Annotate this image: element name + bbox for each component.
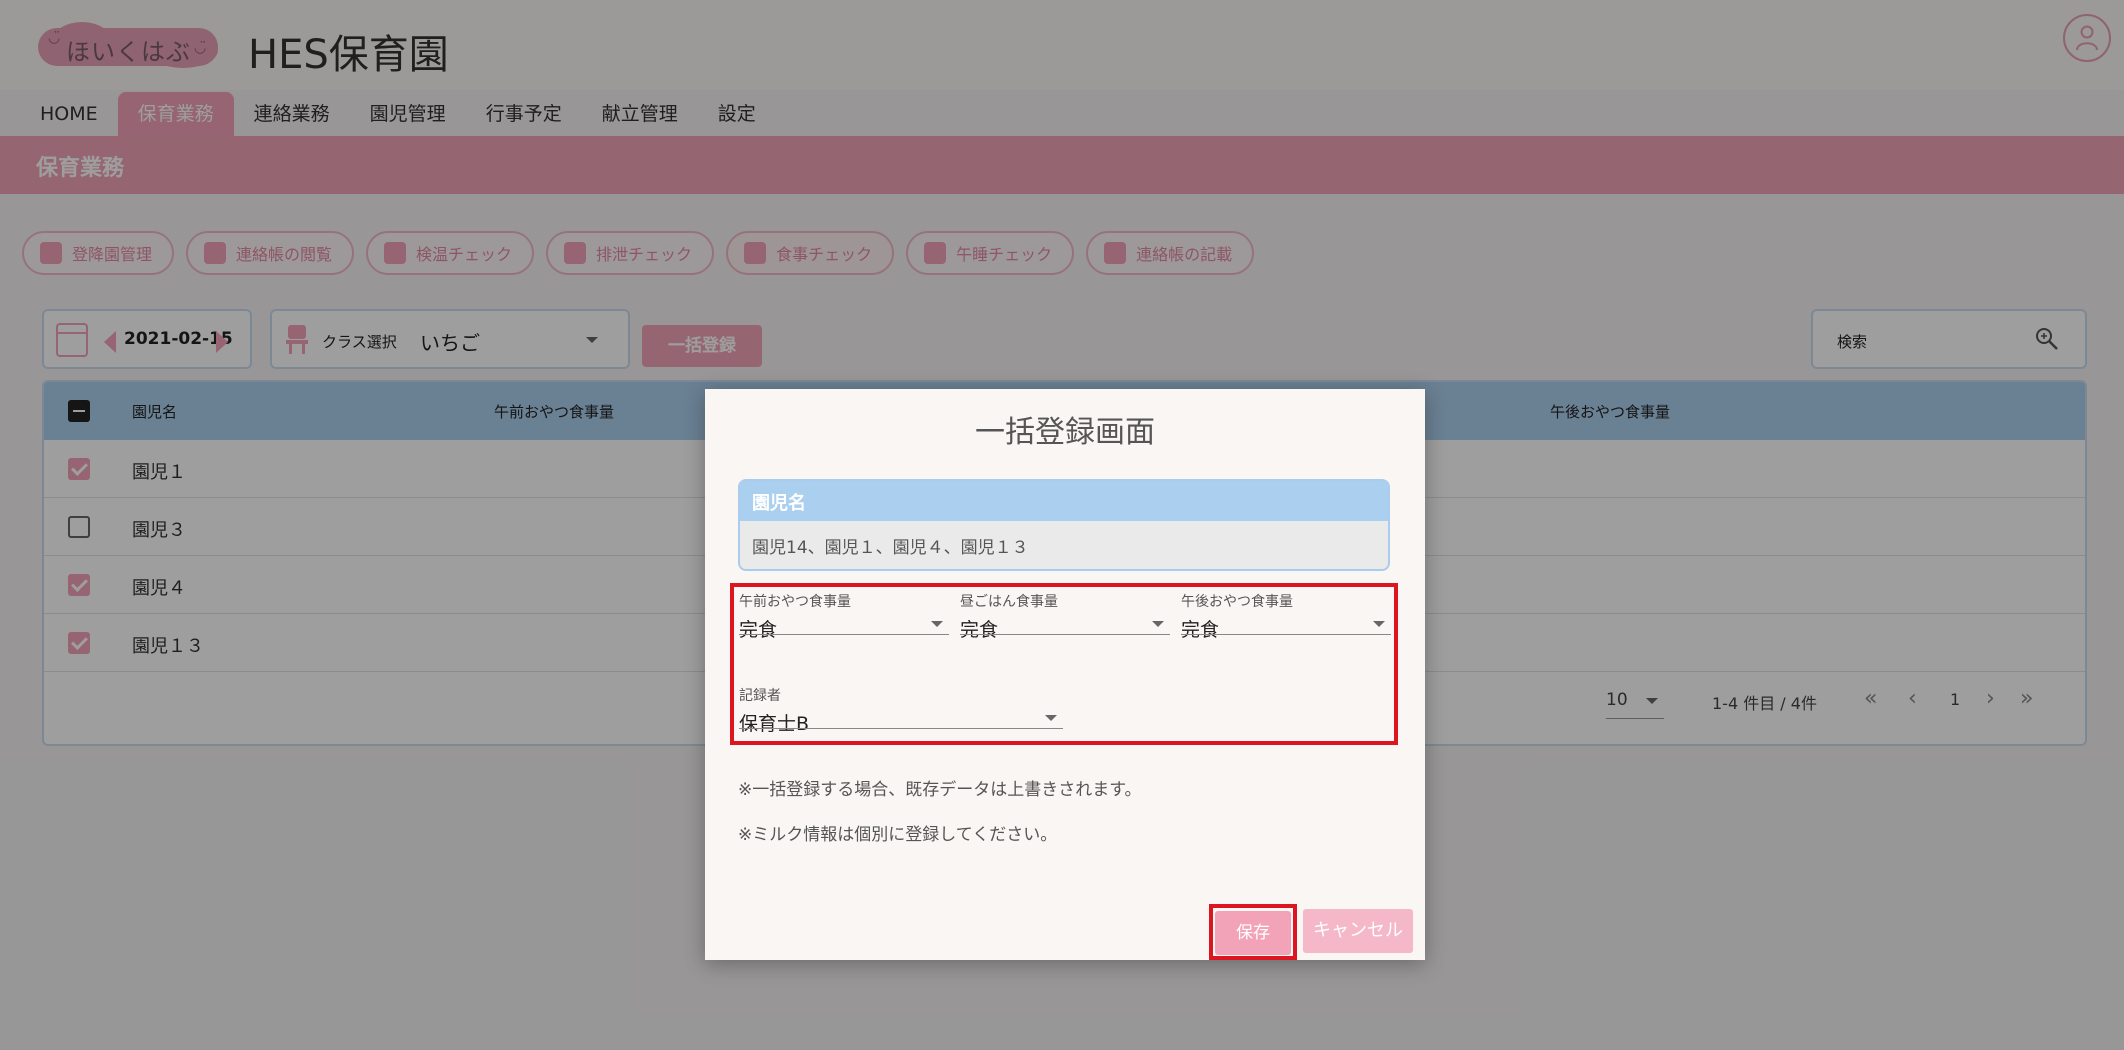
- overwrite-note: ※一括登録する場合、既存データは上書きされます。: [738, 780, 1142, 800]
- pm-snack-select[interactable]: 午後おやつ食事量 完食: [1181, 591, 1391, 641]
- milk-note: ※ミルク情報は個別に登録してください。: [738, 825, 1058, 845]
- recorder-select[interactable]: 記録者 保育士B: [739, 685, 1063, 735]
- chevron-down-icon: [1045, 715, 1057, 721]
- cancel-button[interactable]: キャンセル: [1303, 909, 1413, 953]
- am-snack-label: 午前おやつ食事量: [739, 594, 851, 610]
- selected-children-label: 園児名: [752, 493, 806, 514]
- lunch-value: 完食: [960, 619, 999, 641]
- pm-snack-value: 完食: [1181, 619, 1220, 641]
- am-snack-select[interactable]: 午前おやつ食事量 完食: [739, 591, 949, 641]
- logo-face-right-icon: ◡̈: [194, 40, 207, 56]
- logo-face-left-icon: ◡̈: [48, 30, 61, 46]
- chevron-down-icon: [1152, 621, 1164, 627]
- lunch-label: 昼ごはん食事量: [960, 594, 1058, 610]
- logo-text: ほいくはぶ: [66, 38, 191, 66]
- recorder-value: 保育士B: [739, 713, 810, 735]
- selected-children-box: 園児名 園児14、園児１、園児４、園児１３: [738, 479, 1390, 571]
- pm-snack-label: 午後おやつ食事量: [1181, 594, 1293, 610]
- save-button[interactable]: 保存: [1215, 911, 1291, 955]
- chevron-down-icon: [1373, 621, 1385, 627]
- lunch-select[interactable]: 昼ごはん食事量 完食: [960, 591, 1170, 641]
- selected-children-value: 園児14、園児１、園児４、園児１３: [752, 538, 1029, 558]
- dialog-title: 一括登録画面: [975, 415, 1155, 450]
- bulk-register-dialog: 一括登録画面 園児名 園児14、園児１、園児４、園児１３ 午前おやつ食事量 完食…: [705, 389, 1425, 960]
- recorder-label: 記録者: [739, 688, 781, 704]
- am-snack-value: 完食: [739, 619, 778, 641]
- chevron-down-icon: [931, 621, 943, 627]
